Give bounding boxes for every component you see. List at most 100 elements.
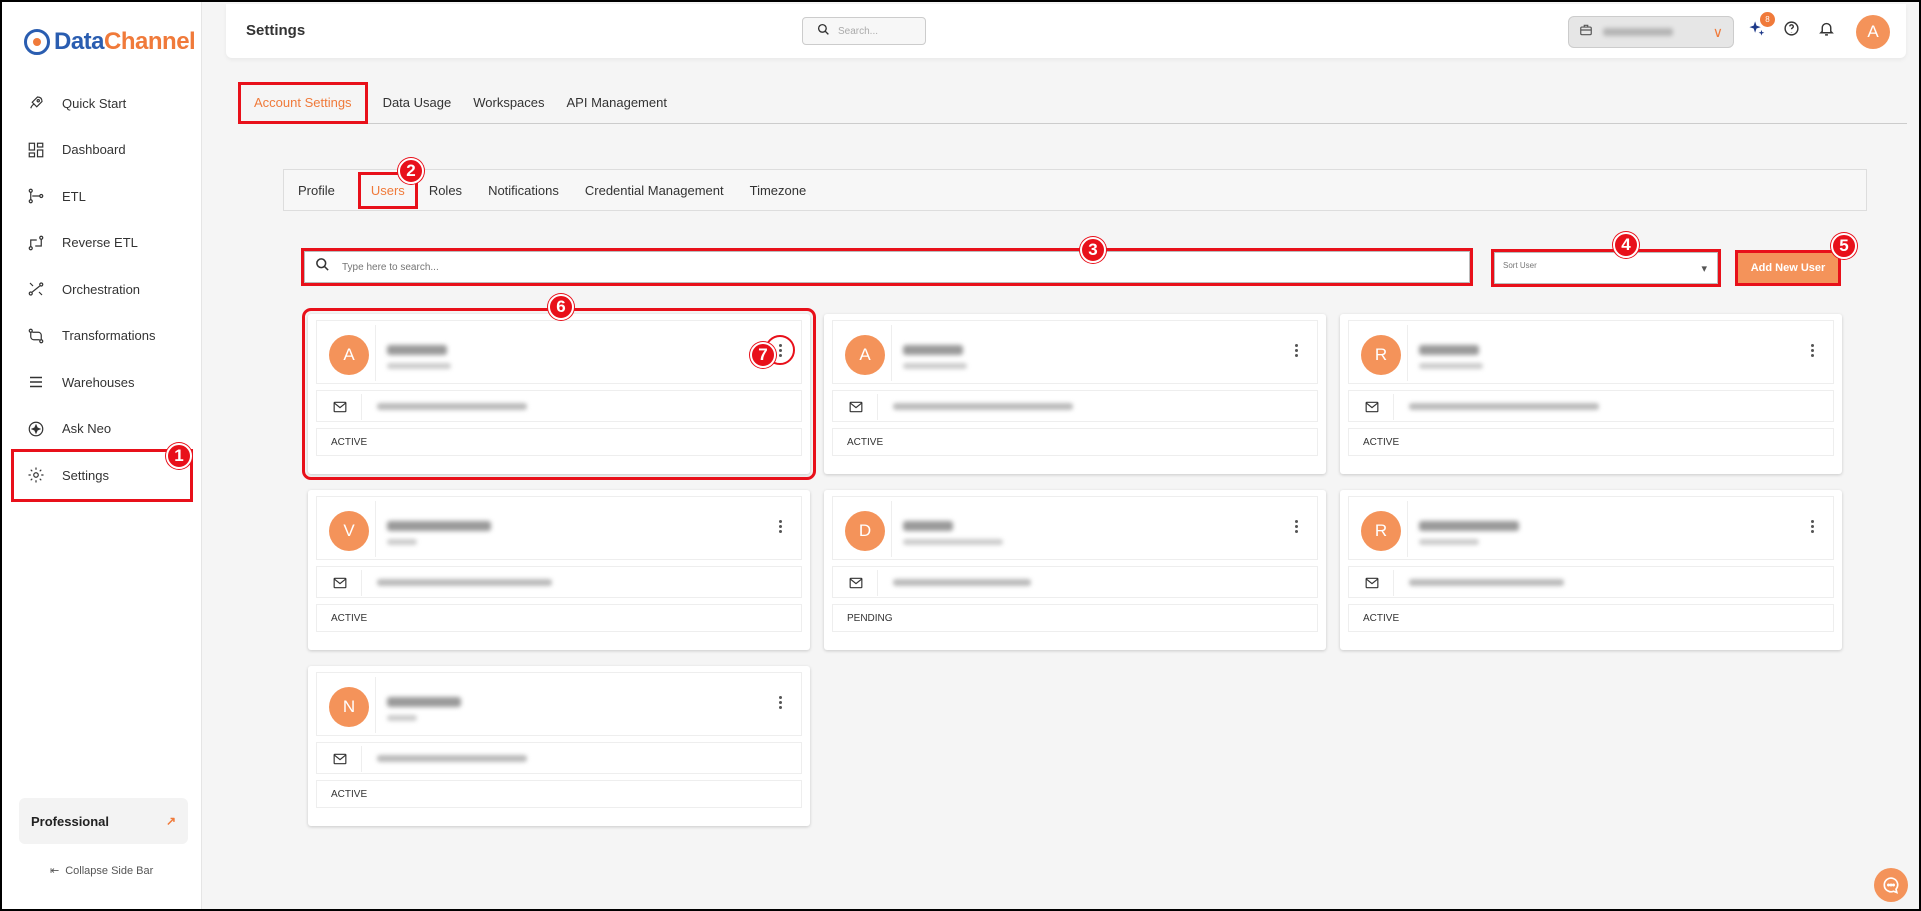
- warehouse-icon: [26, 372, 46, 392]
- collapse-sidebar-button[interactable]: ⇤ Collapse Side Bar: [50, 864, 154, 878]
- logo[interactable]: Data Channel: [24, 28, 196, 56]
- chat-icon: [1883, 877, 1899, 894]
- plan-card[interactable]: Professional ↗: [19, 798, 188, 844]
- avatar: N: [329, 687, 369, 727]
- workspace-select[interactable]: ∨: [1568, 16, 1734, 48]
- divider: [1393, 570, 1394, 596]
- user-name-redacted: [387, 697, 461, 707]
- mail-icon: [333, 400, 347, 418]
- callout-marker-2: 2: [398, 158, 424, 184]
- avatar: R: [1361, 335, 1401, 375]
- briefcase-icon: [1579, 23, 1593, 42]
- user-email-row: [1348, 566, 1834, 598]
- sidebar-item-label: Orchestration: [62, 281, 141, 297]
- orchestration-icon: [26, 279, 46, 299]
- user-avatar[interactable]: A: [1856, 15, 1890, 49]
- divider: [361, 394, 362, 420]
- sidebar-item-dashboard[interactable]: Dashboard: [14, 127, 190, 174]
- user-name-redacted: [1419, 521, 1519, 531]
- callout-marker-3: 3: [1080, 237, 1106, 263]
- more-options-icon[interactable]: [1801, 515, 1823, 537]
- subtab-notifications[interactable]: Notifications: [488, 183, 571, 198]
- user-card[interactable]: N ACTIVE: [308, 666, 810, 826]
- more-options-icon[interactable]: [1801, 339, 1823, 361]
- etl-icon: [26, 186, 46, 206]
- tab-workspaces[interactable]: Workspaces: [462, 82, 555, 124]
- user-card[interactable]: R ACTIVE: [1340, 314, 1842, 474]
- user-role-redacted: [903, 539, 1003, 545]
- user-card-header: A: [316, 320, 802, 384]
- user-email-redacted: [377, 403, 527, 410]
- page-title: Settings: [246, 22, 306, 39]
- sidebar-nav: Quick Start Dashboard ETL Reverse ETL Or…: [11, 80, 193, 502]
- user-card[interactable]: D PENDING: [824, 490, 1326, 650]
- user-card-header: R: [1348, 496, 1834, 560]
- sidebar-item-reverse-etl[interactable]: Reverse ETL: [14, 220, 190, 267]
- sidebar-item-etl[interactable]: ETL: [14, 173, 190, 220]
- sidebar-item-transformations[interactable]: Transformations: [14, 313, 190, 360]
- user-email-row: [316, 566, 802, 598]
- sidebar-item-label: Dashboard: [62, 142, 126, 158]
- subtab-timezone[interactable]: Timezone: [750, 183, 819, 198]
- user-name-redacted: [387, 521, 491, 531]
- collapse-label: Collapse Side Bar: [65, 864, 154, 877]
- more-options-icon[interactable]: [1285, 515, 1307, 537]
- callout-marker-1: 1: [166, 443, 192, 469]
- global-search-input[interactable]: Search...: [802, 17, 926, 45]
- sidebar-item-ask-neo[interactable]: Ask Neo: [14, 406, 190, 453]
- subtab-users[interactable]: Users: [357, 171, 418, 209]
- tab-data-usage[interactable]: Data Usage: [372, 82, 463, 124]
- subtab-profile[interactable]: Profile: [298, 183, 347, 198]
- tab-api-management[interactable]: API Management: [556, 82, 678, 124]
- chat-support-button[interactable]: [1874, 868, 1908, 902]
- ai-sparkle-button[interactable]: 8: [1748, 12, 1775, 42]
- bell-icon[interactable]: [1818, 20, 1835, 42]
- sidebar-item-warehouses[interactable]: Warehouses: [14, 359, 190, 406]
- more-options-icon[interactable]: [769, 515, 791, 537]
- help-icon[interactable]: [1783, 20, 1800, 42]
- sidebar-item-label: Reverse ETL: [62, 235, 138, 251]
- subtab-credential-management[interactable]: Credential Management: [585, 183, 736, 198]
- more-options-icon[interactable]: [1285, 339, 1307, 361]
- mail-icon: [333, 752, 347, 770]
- avatar: D: [845, 511, 885, 551]
- user-card-header: A: [832, 320, 1318, 384]
- divider: [891, 325, 892, 381]
- sidebar-item-label: Ask Neo: [62, 421, 112, 437]
- sidebar-item-label: Warehouses: [62, 374, 135, 390]
- user-search-input[interactable]: [342, 261, 1242, 273]
- caret-down-icon: ▾: [1701, 262, 1707, 275]
- external-link-icon[interactable]: ↗: [166, 814, 176, 828]
- user-card[interactable]: V ACTIVE: [308, 490, 810, 650]
- sidebar-item-label: Settings: [62, 467, 109, 483]
- user-role-redacted: [903, 363, 967, 369]
- sidebar-item-orchestration[interactable]: Orchestration: [14, 266, 190, 313]
- add-new-user-button[interactable]: Add New User: [1735, 250, 1841, 286]
- user-card[interactable]: A ACTIVE: [302, 308, 816, 480]
- mail-icon: [333, 576, 347, 594]
- sub-tabs: Profile Users Roles Notifications Creden…: [283, 169, 1867, 211]
- divider: [1407, 501, 1408, 557]
- divider: [1407, 325, 1408, 381]
- divider: [375, 501, 376, 557]
- tab-account-settings[interactable]: Account Settings: [238, 81, 368, 124]
- sidebar-item-label: Transformations: [62, 328, 156, 344]
- avatar: V: [329, 511, 369, 551]
- sidebar-item-quick-start[interactable]: Quick Start: [14, 80, 190, 127]
- user-card[interactable]: A ACTIVE: [824, 314, 1326, 474]
- user-card[interactable]: R ACTIVE: [1340, 490, 1842, 650]
- sidebar-item-label: ETL: [62, 188, 86, 204]
- collapse-icon: ⇤: [50, 865, 60, 877]
- rocket-icon: [26, 93, 46, 113]
- user-email-redacted: [1409, 579, 1564, 586]
- sidebar-item-settings[interactable]: Settings: [11, 449, 193, 502]
- search-icon: [315, 257, 330, 277]
- user-email-redacted: [1409, 403, 1599, 410]
- avatar: A: [845, 335, 885, 375]
- status-badge: ACTIVE: [832, 428, 1318, 456]
- more-options-icon[interactable]: [769, 691, 791, 713]
- user-card-header: R: [1348, 320, 1834, 384]
- user-email-redacted: [377, 755, 527, 762]
- sort-user-select[interactable]: Sort User ▾: [1491, 249, 1721, 287]
- subtab-roles[interactable]: Roles: [429, 183, 474, 198]
